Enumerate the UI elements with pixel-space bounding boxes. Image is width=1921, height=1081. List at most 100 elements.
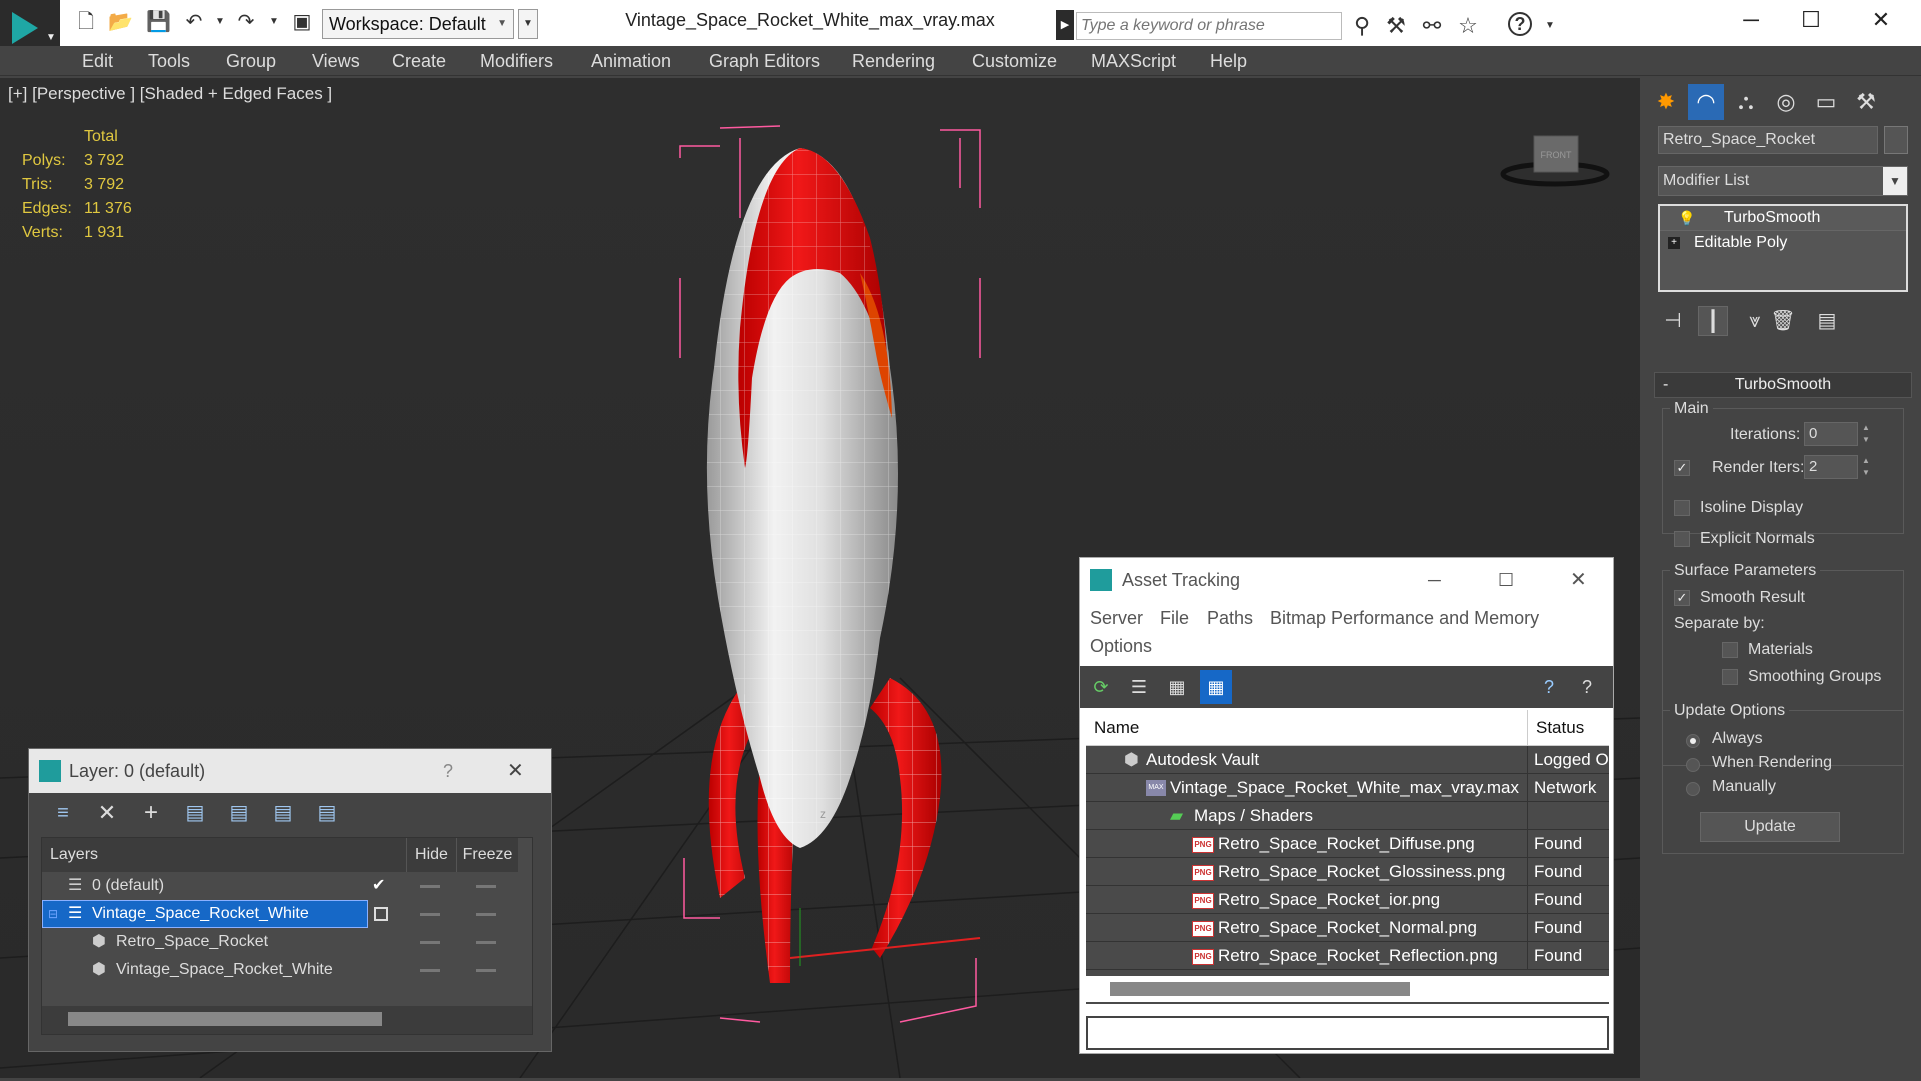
view-cube[interactable]: FRONT: [1500, 132, 1610, 192]
col-layers[interactable]: Layers: [42, 838, 406, 872]
asset-dialog-title-bar[interactable]: Asset Tracking ─ ☐ ✕: [1080, 558, 1613, 602]
layer-row[interactable]: ☰ 0 (default) ✔: [42, 872, 532, 900]
save-file-icon[interactable]: 💾: [146, 10, 171, 34]
menu-graph-editors[interactable]: Graph Editors: [709, 46, 820, 76]
workspace-dropdown[interactable]: Workspace: Default ▼: [322, 9, 514, 39]
render-iters-spinner[interactable]: 2: [1804, 455, 1858, 479]
table-row[interactable]: ▰ Maps / Shaders: [1086, 802, 1609, 830]
asset-maximize-button[interactable]: ☐: [1498, 558, 1514, 602]
layer-dialog-title-bar[interactable]: Layer: 0 (default) ? ✕: [29, 749, 551, 793]
col-hide[interactable]: Hide: [406, 838, 456, 872]
isoline-display-checkbox[interactable]: [1674, 500, 1690, 516]
configure-sets-icon[interactable]: ▤: [1812, 306, 1842, 336]
menu-rendering[interactable]: Rendering: [852, 46, 935, 76]
redo-icon[interactable]: ↷: [234, 10, 258, 34]
favorites-star-icon[interactable]: ☆: [1454, 12, 1482, 40]
layer-row[interactable]: ⬢ Vintage_Space_Rocket_White: [42, 956, 532, 984]
modifier-list-dropdown[interactable]: Modifier List ▼: [1658, 166, 1908, 196]
asset-scrollbar-thumb[interactable]: [1110, 982, 1410, 996]
freeze-all-icon[interactable]: ▤: [313, 799, 341, 827]
render-iters-checkbox[interactable]: ✓: [1674, 460, 1690, 476]
table-row[interactable]: PNG Retro_Space_Rocket_ior.png Found: [1086, 886, 1609, 914]
table-row[interactable]: PNG Retro_Space_Rocket_Diffuse.png Found: [1086, 830, 1609, 858]
new-file-icon[interactable]: 🗋: [74, 10, 98, 34]
rollout-collapse-icon[interactable]: -: [1663, 373, 1668, 397]
menu-maxscript[interactable]: MAXScript: [1091, 46, 1176, 76]
undo-icon[interactable]: ↶: [182, 10, 206, 34]
iterations-spinner[interactable]: 0: [1804, 422, 1858, 446]
menu-edit[interactable]: Edit: [82, 46, 113, 76]
layer-scrollbar-thumb[interactable]: [68, 1012, 382, 1026]
show-end-result-icon[interactable]: ┃: [1698, 306, 1728, 336]
menu-customize[interactable]: Customize: [972, 46, 1057, 76]
menu-group[interactable]: Group: [226, 46, 276, 76]
table-row[interactable]: PNG Retro_Space_Rocket_Glossiness.png Fo…: [1086, 858, 1609, 886]
freeze-toggle[interactable]: [476, 913, 496, 916]
asset-close-button[interactable]: ✕: [1570, 558, 1587, 602]
update-button[interactable]: Update: [1700, 812, 1840, 842]
layer-row[interactable]: ⬢ Retro_Space_Rocket: [42, 928, 532, 956]
add-to-layer-icon[interactable]: +: [137, 799, 165, 827]
close-button[interactable]: ✕: [1846, 0, 1916, 42]
viewport-label[interactable]: [+] [Perspective ] [Shaded + Edged Faces…: [8, 84, 332, 104]
thumbnail-view-icon[interactable]: ▦: [1164, 674, 1190, 700]
menu-modifiers[interactable]: Modifiers: [480, 46, 553, 76]
active-layer-box-icon[interactable]: [374, 907, 388, 921]
asset-path-field[interactable]: [1086, 1016, 1609, 1050]
collapse-icon[interactable]: ⊟: [48, 900, 58, 928]
col-freeze[interactable]: Freeze: [456, 838, 518, 872]
smooth-result-checkbox[interactable]: ✓: [1674, 590, 1690, 606]
search-input[interactable]: [1076, 12, 1342, 40]
always-radio[interactable]: [1686, 734, 1700, 748]
help-icon[interactable]: ?: [1574, 674, 1600, 700]
lightbulb-icon[interactable]: 💡: [1678, 206, 1695, 230]
highlight-layer-icon[interactable]: ▤: [225, 799, 253, 827]
asset-minimize-button[interactable]: ─: [1428, 558, 1441, 602]
layer-help-button[interactable]: ?: [443, 749, 453, 793]
menu-create[interactable]: Create: [392, 46, 446, 76]
hide-toggle[interactable]: [420, 885, 440, 888]
remove-modifier-icon[interactable]: 🗑: [1768, 306, 1798, 336]
expand-icon[interactable]: +: [1668, 237, 1680, 249]
open-file-icon[interactable]: 📂: [108, 10, 133, 34]
communication-icon[interactable]: ⚯: [1418, 12, 1446, 40]
help-icon[interactable]: ?: [1508, 12, 1532, 36]
table-row[interactable]: MAX Vintage_Space_Rocket_White_max_vray.…: [1086, 774, 1609, 802]
iterations-spinner-arrows[interactable]: ▲ ▼: [1860, 422, 1872, 446]
utilities-tab-icon[interactable]: ⚒: [1848, 84, 1884, 120]
hide-toggle[interactable]: [420, 913, 440, 916]
layer-row[interactable]: ⊟ ☰ Vintage_Space_Rocket_White: [42, 900, 532, 928]
help-dropdown-icon[interactable]: ▼: [1536, 12, 1564, 40]
active-layer-check-icon[interactable]: ✔: [372, 872, 385, 900]
asset-menu-server[interactable]: Server: [1090, 608, 1143, 629]
object-color-swatch[interactable]: [1884, 126, 1908, 154]
col-status[interactable]: Status: [1527, 710, 1609, 746]
asset-menu-bitmap-performance[interactable]: Bitmap Performance and Memory: [1270, 608, 1539, 629]
freeze-toggle[interactable]: [476, 941, 496, 944]
redo-dropdown-icon[interactable]: ▼: [262, 10, 286, 34]
delete-layer-icon[interactable]: ✕: [93, 799, 121, 827]
create-tab-icon[interactable]: ✸: [1648, 84, 1684, 120]
explicit-normals-checkbox[interactable]: [1674, 531, 1690, 547]
render-iters-spinner-arrows[interactable]: ▲ ▼: [1860, 455, 1872, 479]
table-view-icon[interactable]: ▦: [1200, 670, 1232, 704]
freeze-toggle[interactable]: [476, 969, 496, 972]
menu-tools[interactable]: Tools: [148, 46, 190, 76]
table-row[interactable]: ⬢ Autodesk Vault Logged Out: [1086, 746, 1609, 774]
when-rendering-radio[interactable]: [1686, 758, 1700, 772]
make-unique-icon[interactable]: ⩔: [1740, 306, 1770, 336]
hide-toggle[interactable]: [420, 969, 440, 972]
undo-dropdown-icon[interactable]: ▼: [208, 10, 232, 34]
smoothing-groups-checkbox[interactable]: [1722, 669, 1738, 685]
pin-stack-icon[interactable]: ⊣: [1658, 306, 1688, 336]
hide-all-icon[interactable]: ▤: [269, 799, 297, 827]
menu-animation[interactable]: Animation: [591, 46, 671, 76]
refresh-icon[interactable]: ⟳: [1088, 674, 1114, 700]
maximize-button[interactable]: ☐: [1776, 0, 1846, 42]
asset-menu-options[interactable]: Options: [1090, 636, 1152, 657]
menu-help[interactable]: Help: [1210, 46, 1247, 76]
hierarchy-tab-icon[interactable]: ⛬: [1728, 84, 1764, 120]
col-name[interactable]: Name: [1086, 710, 1527, 746]
workspace-expand-button[interactable]: ▼: [518, 9, 538, 39]
asset-menu-paths[interactable]: Paths: [1207, 608, 1253, 629]
